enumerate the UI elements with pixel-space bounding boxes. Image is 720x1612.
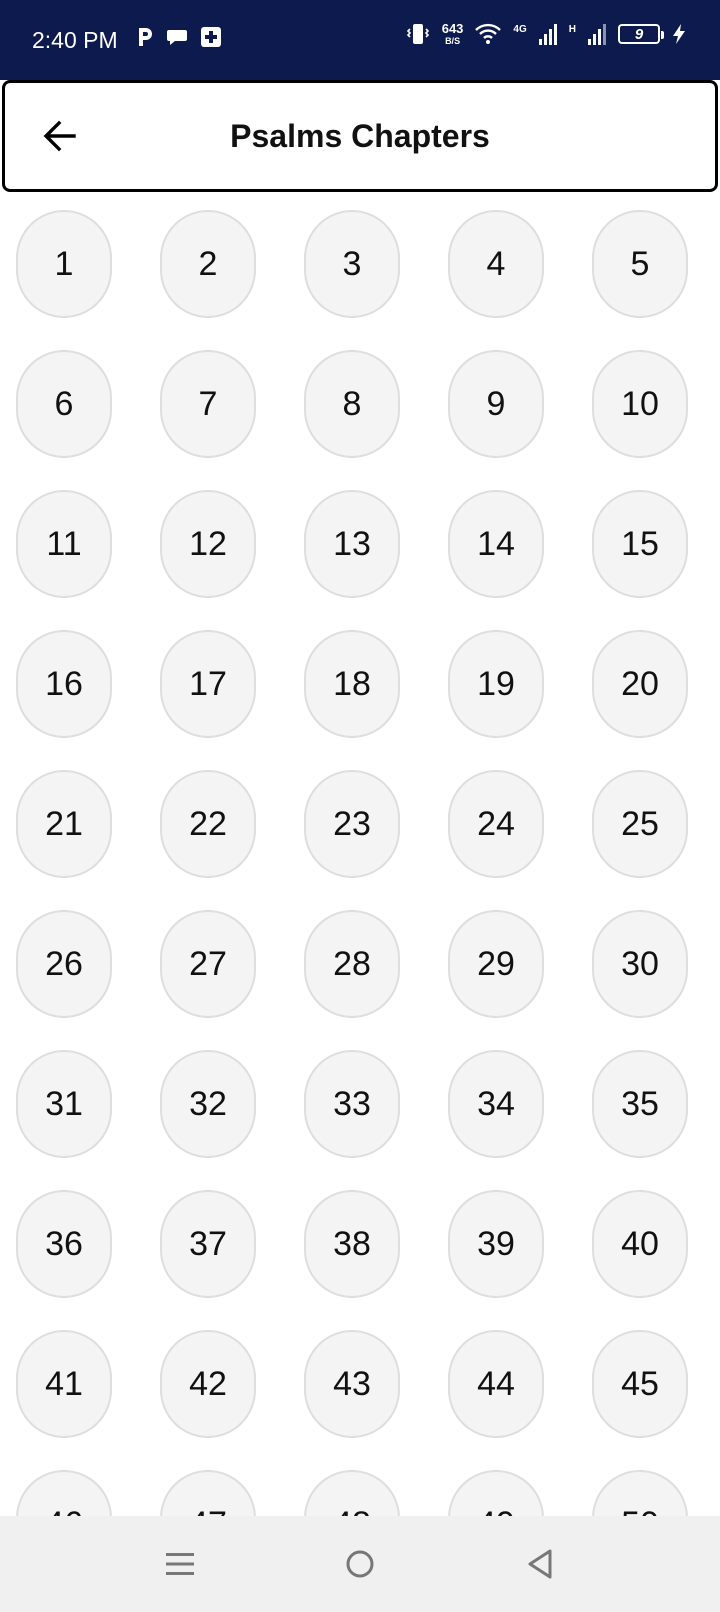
chapter-button[interactable]: 45 — [592, 1330, 688, 1438]
battery-icon: 9 — [618, 24, 664, 44]
chapter-button[interactable]: 22 — [160, 770, 256, 878]
menu-icon — [166, 1553, 194, 1575]
chapter-button[interactable]: 9 — [448, 350, 544, 458]
chapter-button[interactable]: 10 — [592, 350, 688, 458]
chapter-button[interactable]: 25 — [592, 770, 688, 878]
signal-h-label: H — [568, 24, 576, 35]
chapter-button[interactable]: 49 — [448, 1470, 544, 1516]
chapter-button[interactable]: 17 — [160, 630, 256, 738]
chapter-button[interactable]: 27 — [160, 910, 256, 1018]
signal-4g-label: 4G — [513, 24, 527, 35]
chapter-button[interactable]: 24 — [448, 770, 544, 878]
back-button[interactable] — [35, 111, 85, 161]
status-time: 2:40 PM — [32, 27, 118, 53]
navigation-bar — [0, 1516, 720, 1612]
chapter-button[interactable]: 26 — [16, 910, 112, 1018]
chapter-button[interactable]: 12 — [160, 490, 256, 598]
chapter-button[interactable]: 34 — [448, 1050, 544, 1158]
chapter-button[interactable]: 4 — [448, 210, 544, 318]
chapter-button[interactable]: 47 — [160, 1470, 256, 1516]
chapter-button[interactable]: 36 — [16, 1190, 112, 1298]
chapter-button[interactable]: 19 — [448, 630, 544, 738]
chat-bubble-icon — [167, 30, 187, 45]
chapter-button[interactable]: 23 — [304, 770, 400, 878]
arrow-left-icon — [43, 120, 76, 152]
wifi-icon — [475, 23, 502, 44]
status-notification-icons — [136, 26, 222, 48]
battery-level: 9 — [634, 25, 644, 43]
chapter-button[interactable]: 3 — [304, 210, 400, 318]
status-system-icons: 643 B/S 4G H 9 — [406, 22, 686, 46]
chapter-button[interactable]: 11 — [16, 490, 112, 598]
home-circle-icon — [346, 1550, 374, 1578]
status-bar: 2:40 PM 643 B/S 4G H 9 — [0, 0, 720, 80]
chapter-button[interactable]: 39 — [448, 1190, 544, 1298]
chapter-button[interactable]: 14 — [448, 490, 544, 598]
network-speed-unit: B/S — [445, 36, 461, 46]
chapter-button[interactable]: 7 — [160, 350, 256, 458]
network-speed: 643 B/S — [442, 22, 464, 46]
chapter-button[interactable]: 28 — [304, 910, 400, 1018]
chapter-button[interactable]: 5 — [592, 210, 688, 318]
chapter-button[interactable]: 37 — [160, 1190, 256, 1298]
chapter-button[interactable]: 42 — [160, 1330, 256, 1438]
chapter-button[interactable]: 8 — [304, 350, 400, 458]
medical-app-icon — [201, 27, 221, 47]
chapter-button[interactable]: 2 — [160, 210, 256, 318]
app-header: Psalms Chapters — [2, 80, 718, 192]
chapter-button[interactable]: 46 — [16, 1470, 112, 1516]
chapter-button[interactable]: 40 — [592, 1190, 688, 1298]
charging-icon — [673, 24, 685, 44]
chapter-button[interactable]: 43 — [304, 1330, 400, 1438]
chapter-button[interactable]: 18 — [304, 630, 400, 738]
chapter-button[interactable]: 6 — [16, 350, 112, 458]
chapter-button[interactable]: 48 — [304, 1470, 400, 1516]
chapter-button[interactable]: 44 — [448, 1330, 544, 1438]
chapter-button[interactable]: 33 — [304, 1050, 400, 1158]
chapter-button[interactable]: 15 — [592, 490, 688, 598]
back-triangle-icon — [528, 1549, 552, 1579]
chapter-button[interactable]: 29 — [448, 910, 544, 1018]
chapter-button[interactable]: 50 — [592, 1470, 688, 1516]
chapter-button[interactable]: 41 — [16, 1330, 112, 1438]
chapter-button[interactable]: 38 — [304, 1190, 400, 1298]
chapter-grid: 1 2 3 4 5 6 7 8 9 10 11 12 13 14 15 16 17 18 19 20 21 22 23 24 2… — [0, 192, 720, 1516]
chapter-button[interactable]: 20 — [592, 630, 688, 738]
page-title: Psalms Chapters — [230, 118, 490, 154]
chapter-button[interactable]: 13 — [304, 490, 400, 598]
cell-signal-2-icon — [588, 24, 606, 45]
chapter-button[interactable]: 31 — [16, 1050, 112, 1158]
chapter-button[interactable]: 21 — [16, 770, 112, 878]
parking-app-icon — [139, 28, 152, 46]
chapter-button[interactable]: 35 — [592, 1050, 688, 1158]
chapter-button[interactable]: 16 — [16, 630, 112, 738]
chapter-button[interactable]: 32 — [160, 1050, 256, 1158]
cell-signal-icon — [538, 24, 557, 45]
vibrate-icon — [406, 24, 429, 44]
back-nav-button[interactable] — [516, 1540, 564, 1588]
chapter-button[interactable]: 30 — [592, 910, 688, 1018]
recent-apps-button[interactable] — [156, 1540, 204, 1588]
network-speed-value: 643 — [441, 21, 464, 36]
home-button[interactable] — [336, 1540, 384, 1588]
chapter-button[interactable]: 1 — [16, 210, 112, 318]
